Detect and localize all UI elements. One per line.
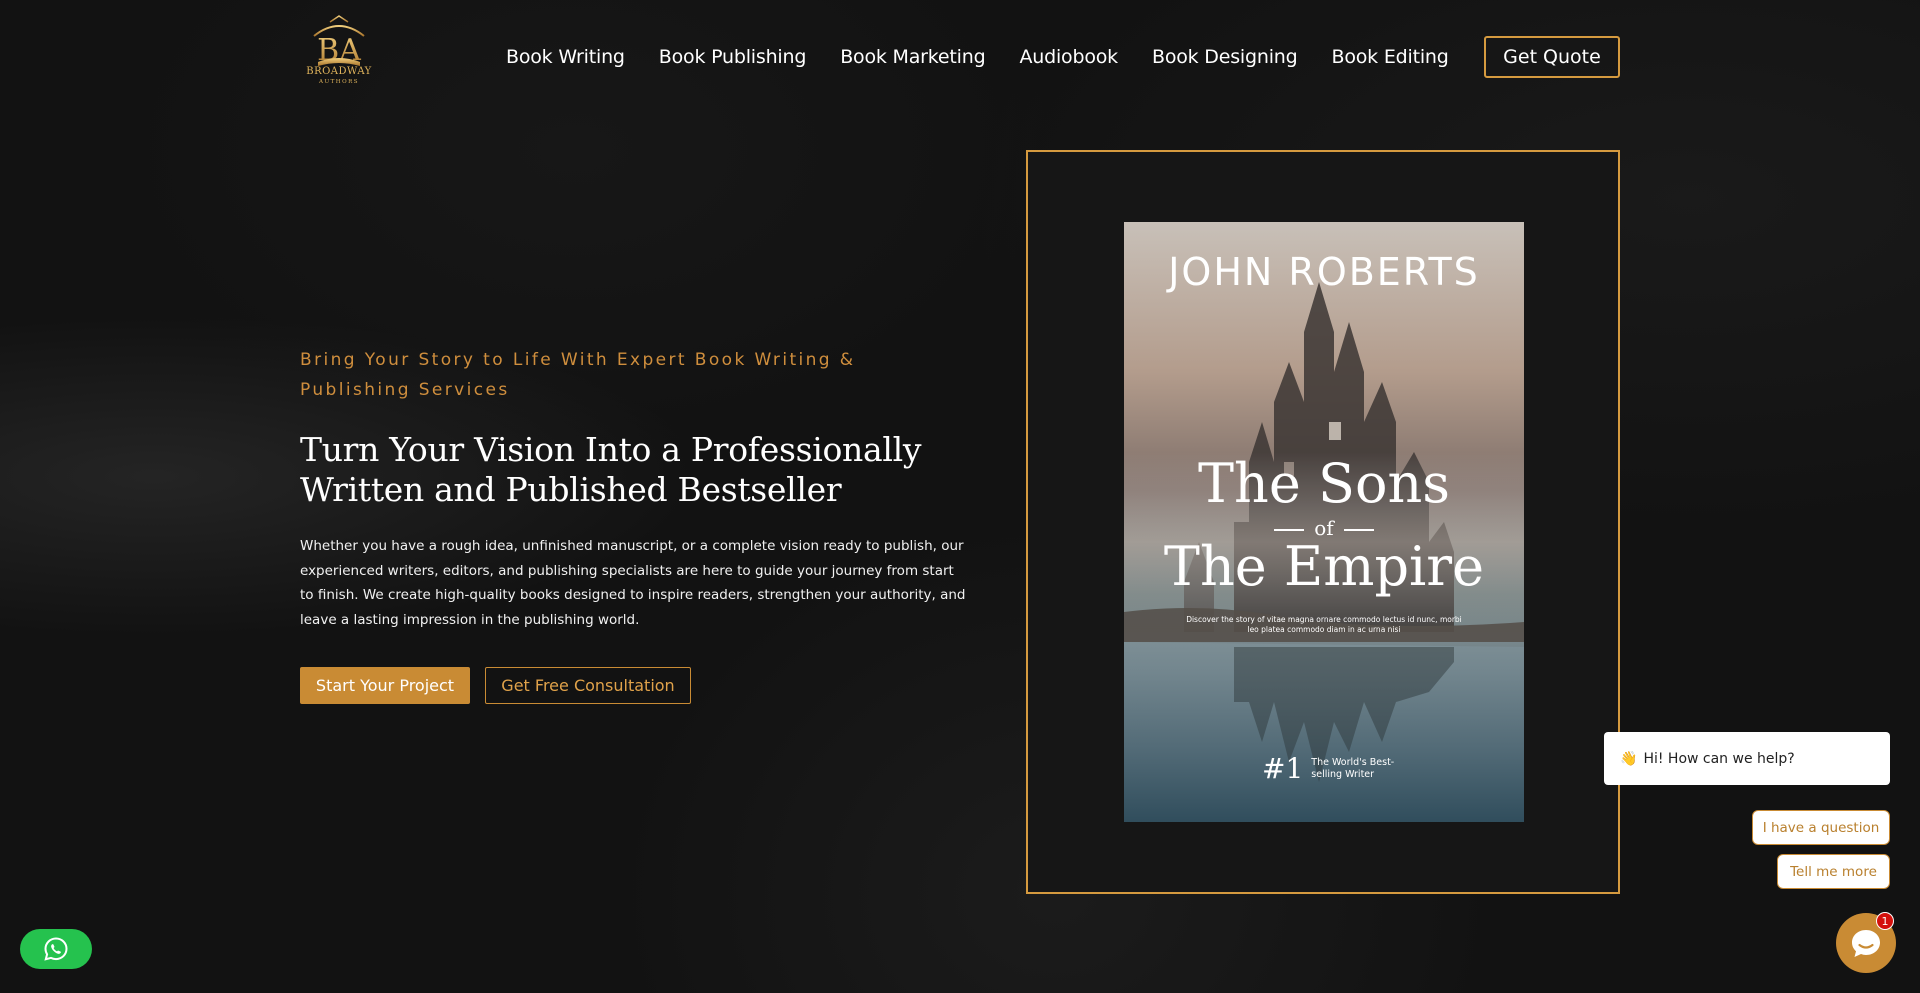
- start-project-button[interactable]: Start Your Project: [300, 667, 470, 704]
- hero-eyebrow: Bring Your Story to Life With Expert Boo…: [300, 350, 856, 400]
- chat-bubble-icon: [1852, 930, 1880, 957]
- book-title-line2: The Empire: [1163, 535, 1485, 598]
- main-nav: Book Writing Book Publishing Book Market…: [506, 42, 1449, 72]
- get-quote-button[interactable]: Get Quote: [1484, 36, 1620, 78]
- free-consultation-button[interactable]: Get Free Consultation: [485, 667, 691, 704]
- book-rank-number: #1: [1262, 752, 1304, 785]
- hero-description: Whether you have a rough idea, unfinishe…: [300, 538, 966, 628]
- hero-headline: Turn Your Vision Into a Professionally W…: [300, 430, 922, 509]
- nav-book-writing[interactable]: Book Writing: [506, 46, 625, 68]
- logo-emblem-icon: BA: [313, 15, 365, 68]
- nav-book-marketing[interactable]: Book Marketing: [840, 46, 985, 68]
- nav-book-publishing[interactable]: Book Publishing: [659, 46, 807, 68]
- nav-book-editing[interactable]: Book Editing: [1332, 46, 1449, 68]
- chat-greeting-bubble[interactable]: 👋 Hi! How can we help?: [1604, 732, 1890, 785]
- whatsapp-icon: [44, 937, 68, 961]
- book-blurb: Discover the story of vitae magna ornare…: [1186, 615, 1462, 634]
- nav-audiobook[interactable]: Audiobook: [1019, 46, 1118, 68]
- chat-option-question[interactable]: I have a question: [1752, 810, 1890, 845]
- nav-book-designing[interactable]: Book Designing: [1152, 46, 1298, 68]
- chat-option-tell-more[interactable]: Tell me more: [1777, 854, 1890, 889]
- book-title-line1: The Sons: [1198, 452, 1450, 515]
- wave-hand-icon: 👋: [1620, 750, 1638, 767]
- brand-sub: AUTHORS: [319, 79, 359, 85]
- book-author: JOHN ROBERTS: [1168, 250, 1480, 294]
- book-showcase-frame: JOHN ROBERTS The Sons of The Empire Disc…: [1026, 150, 1620, 894]
- brand-logo[interactable]: BA BROADWAY AUTHORS: [300, 14, 378, 98]
- book-rank: #1 The World's Best-selling Writer: [1262, 752, 1421, 785]
- whatsapp-button[interactable]: [20, 929, 92, 969]
- chat-unread-badge: 1: [1876, 912, 1894, 930]
- book-rank-text: The World's Best-selling Writer: [1311, 756, 1395, 780]
- chat-greeting-text: Hi! How can we help?: [1643, 750, 1795, 767]
- brand-name: BROADWAY: [306, 66, 372, 77]
- book-cover: JOHN ROBERTS The Sons of The Empire Disc…: [1124, 222, 1524, 822]
